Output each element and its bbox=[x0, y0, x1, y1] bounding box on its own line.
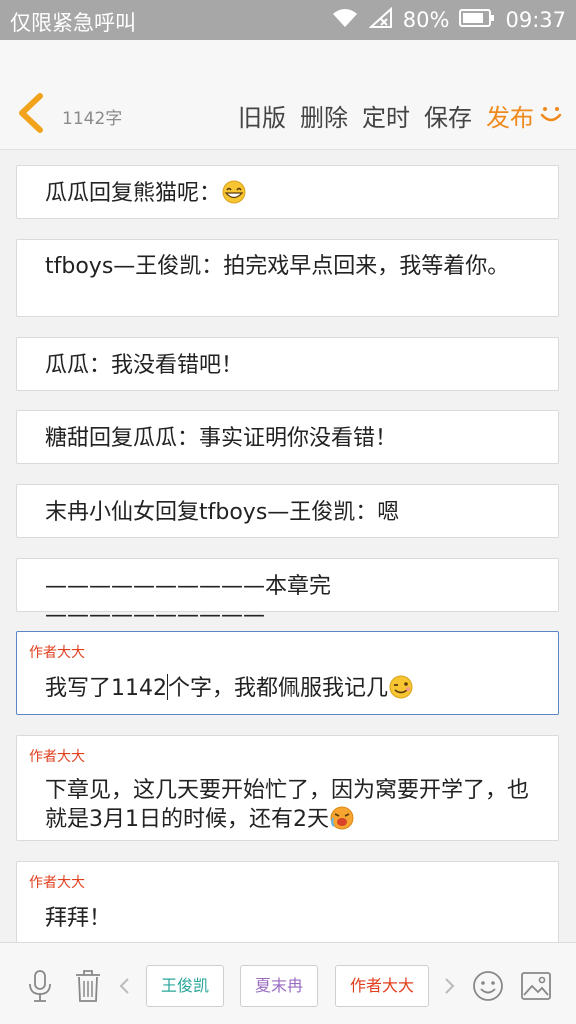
chevron-left-icon bbox=[19, 93, 43, 133]
author-note-card-active[interactable]: 作者大大 我写了1142个字，我都佩服我记几 bbox=[16, 631, 559, 715]
message-text-content: 瓜瓜回复熊猫呢： bbox=[45, 181, 222, 206]
author-note-text[interactable]: 我写了1142个字，我都佩服我记几 bbox=[45, 674, 538, 703]
message-card[interactable]: 糖甜回复瓜瓜：事实证明你没看错！ bbox=[16, 410, 559, 464]
wifi-icon bbox=[331, 7, 359, 34]
text-before-caret: 我写了1142 bbox=[45, 676, 167, 701]
old-version-button[interactable]: 旧版 bbox=[238, 98, 286, 133]
message-text: 瓜瓜：我没看错吧！ bbox=[45, 353, 244, 378]
character-chip-label: 作者大大 bbox=[349, 976, 414, 995]
author-name: 作者大大 bbox=[29, 749, 85, 765]
publish-button[interactable]: 发布 bbox=[486, 98, 534, 133]
author-note-text: 拜拜！ bbox=[45, 906, 112, 931]
trash-icon[interactable] bbox=[74, 969, 102, 1007]
crying-emoji-icon bbox=[329, 806, 355, 830]
chat-content[interactable]: 瓜瓜回复熊猫呢： tfboys—王俊凯：拍完戏早点回来，我等着你。 瓜瓜：我没看… bbox=[0, 151, 576, 942]
message-text: 瓜瓜回复熊猫呢： bbox=[45, 179, 538, 208]
character-chip-label: 夏末冉 bbox=[254, 976, 303, 995]
character-chip-author[interactable]: 作者大大 bbox=[335, 965, 429, 1007]
chevron-left-icon[interactable] bbox=[118, 977, 130, 999]
message-card[interactable]: 瓜瓜：我没看错吧！ bbox=[16, 337, 559, 391]
schedule-button[interactable]: 定时 bbox=[362, 98, 410, 133]
microphone-icon[interactable] bbox=[27, 969, 53, 1007]
message-card[interactable]: 末冉小仙女回复tfboys—王俊凯：嗯 bbox=[16, 484, 559, 538]
message-text: tfboys—王俊凯：拍完戏早点回来，我等着你。 bbox=[45, 254, 510, 279]
character-chip-label: 王俊凯 bbox=[160, 976, 209, 995]
author-name: 作者大大 bbox=[29, 645, 85, 661]
message-card[interactable]: 瓜瓜回复熊猫呢： bbox=[16, 165, 559, 219]
word-count: 1142字 bbox=[62, 109, 123, 129]
delete-button[interactable]: 删除 bbox=[300, 98, 348, 133]
author-note-card[interactable]: 作者大大 下章见，这几天要开始忙了，因为窝要开学了，也就是3月1日的时候，还有2… bbox=[16, 735, 559, 841]
text-after-caret: 个字，我都佩服我记几 bbox=[168, 676, 389, 701]
grin-emoji-icon bbox=[221, 180, 247, 204]
carrier-text: 仅限紧急呼叫 bbox=[10, 11, 136, 35]
image-icon[interactable] bbox=[520, 971, 552, 1005]
bottom-toolbar: 王俊凯 夏末冉 作者大大 bbox=[0, 942, 576, 1024]
author-note-text-content: 下章见，这几天要开始忙了，因为窝要开学了，也就是3月1日的时候，还有2天 bbox=[45, 778, 530, 832]
author-note-text: 下章见，这几天要开始忙了，因为窝要开学了，也就是3月1日的时候，还有2天 bbox=[45, 776, 538, 834]
back-button[interactable] bbox=[14, 92, 46, 134]
clock: 09:37 bbox=[505, 8, 566, 32]
emoji-icon[interactable] bbox=[472, 970, 504, 1006]
battery-icon bbox=[459, 8, 495, 33]
signal-icon bbox=[368, 6, 393, 34]
author-note-card[interactable]: 作者大大 拜拜！ bbox=[16, 861, 559, 942]
author-name: 作者大大 bbox=[29, 875, 85, 891]
chapter-end-text: ——————————本章完—————————— bbox=[45, 574, 332, 628]
message-text: 糖甜回复瓜瓜：事实证明你没看错！ bbox=[45, 426, 398, 451]
message-card[interactable]: ——————————本章完—————————— bbox=[16, 558, 559, 628]
editor-header: 1142字 旧版 删除 定时 保存 发布 bbox=[0, 40, 576, 150]
smile-icon bbox=[540, 103, 562, 129]
header-actions: 旧版 删除 定时 保存 发布 bbox=[238, 98, 562, 133]
chevron-right-icon[interactable] bbox=[444, 977, 456, 999]
message-card[interactable]: tfboys—王俊凯：拍完戏早点回来，我等着你。 bbox=[16, 239, 559, 317]
message-text: 末冉小仙女回复tfboys—王俊凯：嗯 bbox=[45, 500, 400, 525]
character-chip-xiamoran[interactable]: 夏末冉 bbox=[240, 965, 318, 1007]
save-button[interactable]: 保存 bbox=[424, 98, 472, 133]
character-chip-wangjunkai[interactable]: 王俊凯 bbox=[146, 965, 224, 1007]
status-bar-right: 80% 09:37 bbox=[331, 6, 566, 34]
wink-emoji-icon bbox=[388, 675, 414, 699]
battery-percent: 80% bbox=[402, 8, 450, 32]
status-bar: 仅限紧急呼叫 80% 09:37 bbox=[0, 0, 576, 40]
